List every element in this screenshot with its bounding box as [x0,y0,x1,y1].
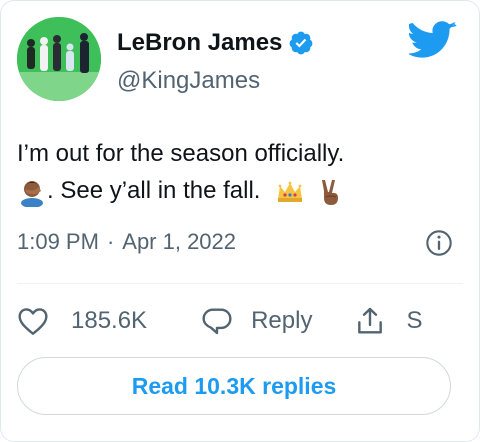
share-button[interactable]: S [354,305,422,337]
like-button[interactable]: 185.6K [17,306,147,336]
display-name[interactable]: LeBron James [117,27,282,59]
name-block: LeBron James @KingJames [117,27,314,97]
like-count: 185.6K [71,307,148,334]
divider [17,283,463,284]
person-facepalming-emoji [21,180,43,207]
tweet-time[interactable]: 1:09 PM [17,229,99,255]
avatar-image [17,17,101,101]
tweet-line-1: I’m out for the season officially. [17,140,345,167]
share-label: S [406,307,423,334]
action-bar: 185.6K Reply S [17,299,479,343]
display-name-row: LeBron James [117,27,314,59]
reply-label: Reply [251,307,313,334]
heart-icon [18,308,48,335]
tweet-card: LeBron James @KingJames I’m out for the … [0,0,480,442]
read-replies-button[interactable]: Read 10.3K replies [17,357,451,415]
crown-emoji [278,181,303,202]
twitter-bird-icon[interactable] [409,21,457,61]
tweet-meta: 1:09 PM · Apr 1, 2022 [17,225,463,259]
reply-bubble-icon [202,308,232,335]
tweet-line-2: . See y’all in the fall. [17,172,463,209]
info-icon[interactable] [425,229,453,257]
avatar[interactable] [17,17,101,101]
meta-separator: · [106,229,115,254]
verified-badge-icon [290,31,313,55]
tweet-line-2-text: . See y’all in the fall. [47,177,261,204]
tweet-header: LeBron James @KingJames [17,17,463,101]
handle[interactable]: @KingJames [117,65,314,97]
tweet-date[interactable]: Apr 1, 2022 [122,229,236,255]
victory-hand-emoji [321,179,338,205]
share-icon [358,307,383,334]
reply-button[interactable]: Reply [201,306,312,336]
tweet-text: I’m out for the season officially. . See… [17,135,463,209]
